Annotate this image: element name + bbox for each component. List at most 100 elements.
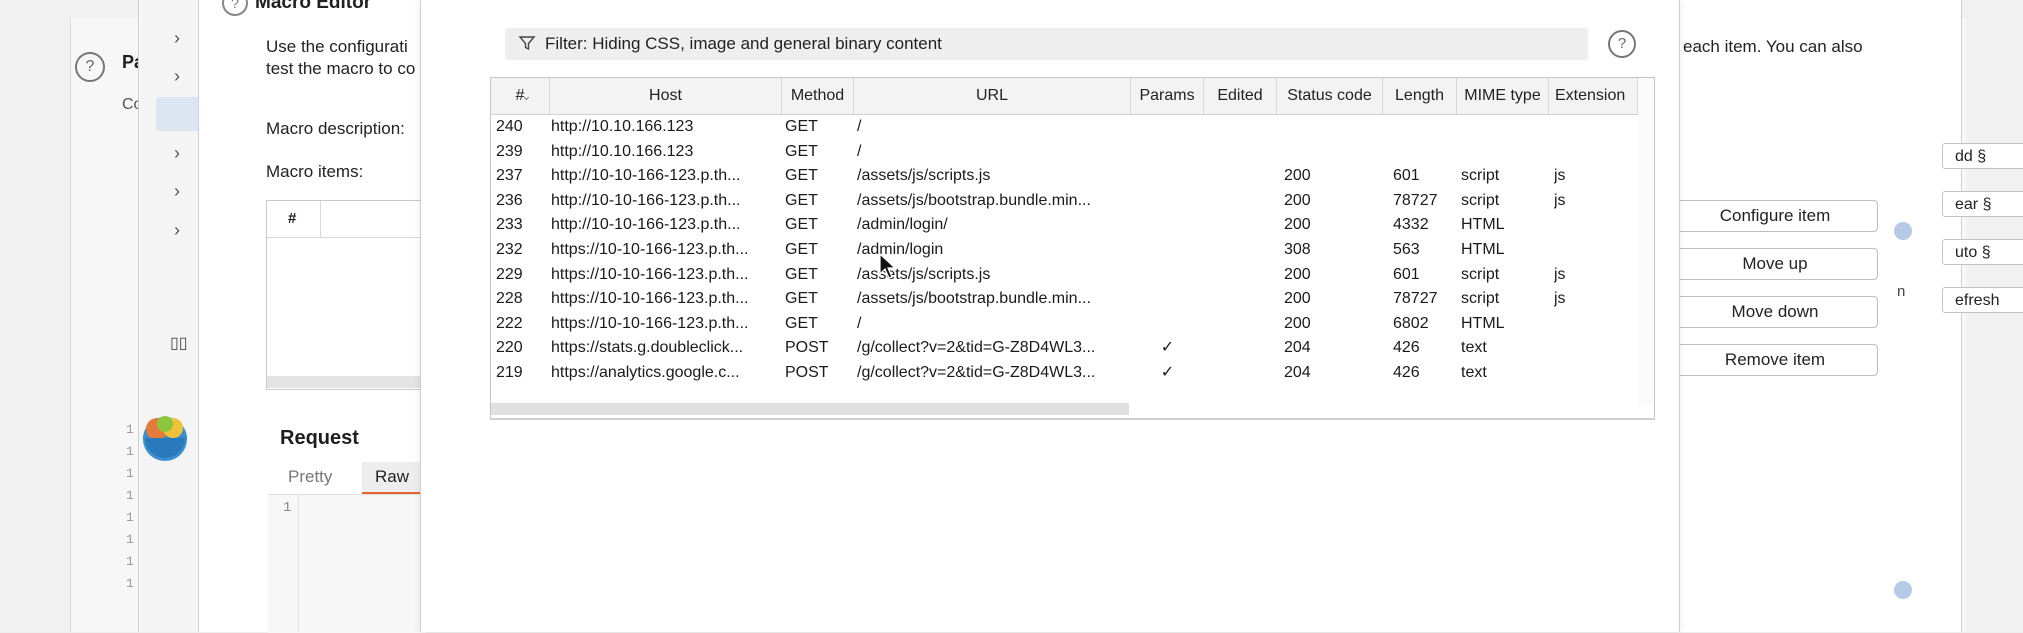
table-row[interactable]: 233 http://10-10-166-123.p.th... GET/admin… — [491, 213, 1638, 237]
cell-mime-type — [1461, 140, 1547, 164]
cell-method: GET — [785, 265, 818, 283]
cell-host: https://stats.g.doubleclick... — [551, 339, 744, 357]
cell-number: 233 — [496, 216, 523, 234]
chevron-right-icon[interactable]: › — [174, 181, 180, 202]
help-icon[interactable]: ? — [1608, 30, 1636, 58]
cell-url: / — [857, 118, 862, 135]
add-payload-marker-button[interactable]: dd § — [1942, 143, 2023, 169]
table-row[interactable]: 237 http://10-10-166-123.p.th... GET/asset… — [491, 164, 1638, 188]
table-row[interactable]: 228 https://10-10-166-123.p.th... GET/asse… — [491, 287, 1638, 311]
cell-url: / — [857, 142, 862, 160]
macro-items-label: Macro items: — [266, 162, 364, 181]
move-down-button[interactable]: Move down — [1672, 296, 1878, 328]
history-table[interactable]: # ⌄ Host Method URL Params Edited Status … — [490, 77, 1655, 420]
cell-extension — [1554, 140, 1634, 164]
macro-items-col-hash[interactable]: # — [288, 210, 296, 227]
cell-params — [1131, 189, 1204, 213]
remove-item-button[interactable]: Remove item — [1672, 344, 1878, 376]
cell-edited — [1204, 140, 1277, 164]
chevron-right-icon[interactable]: › — [174, 143, 180, 164]
filter-icon — [518, 36, 536, 51]
chevron-right-icon[interactable]: › — [174, 28, 180, 49]
table-row[interactable]: 232 https://10-10-166-123.p.th... GET/admi… — [491, 238, 1638, 262]
cell-edited — [1204, 213, 1277, 237]
chevron-right-icon[interactable]: › — [174, 220, 180, 241]
cell-extension — [1554, 361, 1634, 385]
column-header-extension[interactable]: Extension — [1549, 78, 1638, 114]
cell-length — [1393, 140, 1453, 164]
auto-payload-marker-button[interactable]: uto § — [1942, 239, 2023, 265]
cell-params: ✓ — [1160, 364, 1175, 381]
cell-status-code: 204 — [1284, 364, 1311, 381]
book-icon[interactable]: ▯▯ — [170, 333, 188, 353]
cell-params — [1131, 312, 1204, 336]
vertical-scrollbar[interactable] — [1638, 78, 1653, 406]
tab-raw[interactable]: Raw — [362, 462, 422, 495]
cell-edited — [1204, 164, 1277, 188]
tab-pretty[interactable]: Pretty — [288, 467, 332, 487]
horizontal-scrollbar[interactable] — [267, 376, 425, 388]
clear-payload-marker-button[interactable]: ear § — [1942, 191, 2023, 217]
chevron-right-icon[interactable]: › — [174, 66, 180, 87]
column-header-host[interactable]: Host — [550, 78, 782, 114]
cell-number: 236 — [496, 191, 523, 209]
sidebar-item-selected[interactable] — [156, 97, 200, 131]
cell-host: https://analytics.google.c... — [551, 364, 740, 381]
gutter-line-number: 1 — [126, 488, 134, 503]
settings-sidebar — [140, 0, 199, 632]
cell-mime-type: script — [1461, 167, 1500, 185]
cell-method: GET — [785, 191, 818, 209]
cell-length — [1393, 115, 1453, 139]
cell-mime-type: HTML — [1461, 241, 1505, 258]
cell-edited — [1204, 312, 1277, 336]
filter-text[interactable]: Filter: Hiding CSS, image and general bi… — [545, 34, 942, 54]
mouse-cursor-icon — [879, 253, 897, 279]
column-header-mime-type[interactable]: MIME type — [1457, 78, 1549, 114]
cell-params — [1131, 238, 1204, 262]
table-row[interactable]: 240 http://10.10.166.123 GET / — [491, 115, 1638, 139]
refresh-button[interactable]: efresh — [1942, 287, 2023, 313]
cell-params — [1131, 164, 1204, 188]
cell-method: POST — [785, 364, 829, 381]
table-row[interactable]: 222 https://10-10-166-123.p.th... GET / 200 6… — [491, 312, 1638, 336]
editor-gutter-divider — [298, 494, 299, 632]
cell-number: 240 — [496, 118, 523, 135]
cell-mime-type: script — [1461, 290, 1500, 308]
sort-chevron-icon: ⌄ — [521, 88, 532, 103]
configure-item-button[interactable]: Configure item — [1672, 200, 1878, 232]
request-editor[interactable] — [268, 494, 426, 633]
move-up-button[interactable]: Move up — [1672, 248, 1878, 280]
column-header-status-code[interactable]: Status code — [1277, 78, 1383, 114]
table-row[interactable]: 236 http://10-10-166-123.p.th... GET/asset… — [491, 189, 1638, 213]
cell-number: 219 — [496, 364, 523, 381]
column-header-url[interactable]: URL — [854, 78, 1131, 114]
cell-params — [1131, 140, 1204, 164]
table-row[interactable]: 219 https://analytics.google.c... POST/g/c… — [491, 361, 1638, 385]
horizontal-scrollbar[interactable] — [491, 403, 1129, 415]
cell-number: 228 — [496, 290, 523, 308]
table-row[interactable]: 239 http://10.10.166.123 GET / — [491, 140, 1638, 164]
cell-length: 6802 — [1393, 314, 1429, 332]
column-header-length[interactable]: Length — [1383, 78, 1457, 114]
column-header-edited[interactable]: Edited — [1204, 78, 1277, 114]
help-icon[interactable]: ? — [75, 52, 105, 82]
macro-editor-title: Macro Editor — [255, 0, 372, 13]
table-row[interactable]: 229 https://10-10-166-123.p.th... GET/asse… — [491, 263, 1638, 287]
table-row[interactable]: 220 https://stats.g.doubleclick... POST/g/… — [491, 336, 1638, 360]
cell-status-code: 204 — [1284, 339, 1311, 357]
gutter-line-number: 1 — [126, 554, 134, 569]
cell-mime-type — [1461, 115, 1547, 139]
macro-description-label: Macro description: — [266, 119, 405, 138]
gutter-line-number: 1 — [126, 532, 134, 547]
cell-host: https://10-10-166-123.p.th... — [551, 290, 749, 308]
gutter-line-number: 1 — [126, 510, 134, 525]
column-header-number[interactable]: # ⌄ — [491, 78, 550, 114]
column-header-params[interactable]: Params — [1131, 78, 1204, 114]
cell-status-code: 200 — [1284, 216, 1311, 234]
cell-status-code — [1284, 140, 1379, 164]
cell-edited — [1204, 361, 1277, 385]
cell-params — [1131, 263, 1204, 287]
cell-mime-type: HTML — [1461, 314, 1505, 332]
macro-editor-description-right: each item. You can also — [1683, 37, 1863, 56]
column-header-method[interactable]: Method — [782, 78, 854, 114]
